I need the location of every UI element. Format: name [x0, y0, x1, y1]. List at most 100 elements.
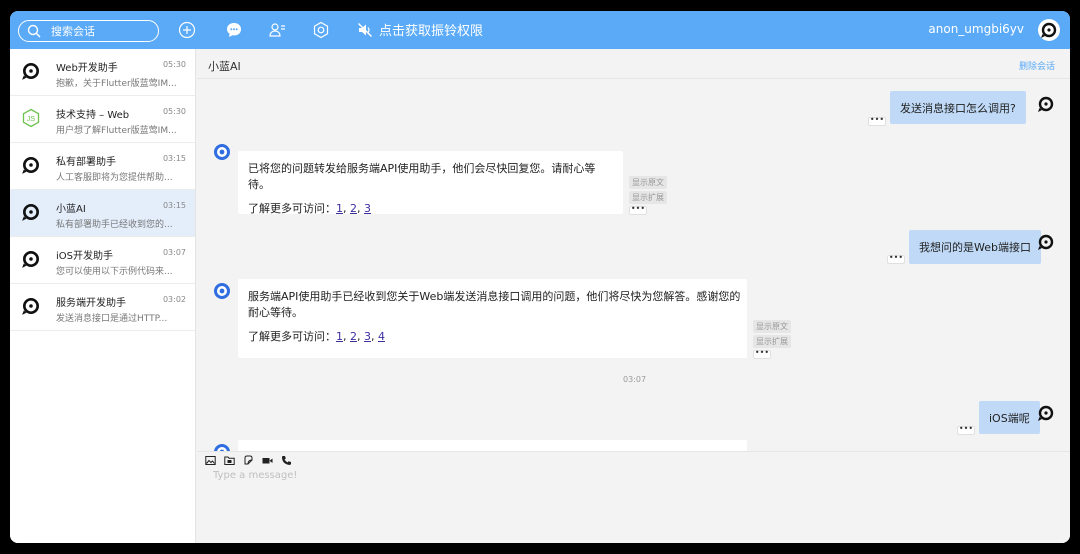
contacts-icon[interactable]	[268, 21, 286, 39]
conversation-list: Web开发助手 05:30 抱歉，关于Flutter版蓝莺IM... JS 技术支持 –…	[10, 49, 196, 543]
message-text: 已将您的问题转发给服务端API使用助手，他们会尽快回复您。请耐心等待。	[248, 162, 596, 191]
learn-more-label: 了解更多可访问：	[248, 330, 336, 343]
delete-conversation-button[interactable]: 删除会话	[1019, 59, 1055, 72]
image-icon[interactable]	[205, 455, 216, 466]
conversation-avatar	[21, 296, 41, 316]
conversation-preview: 您可以使用以下示例代码来...	[56, 267, 173, 277]
show-extension-button[interactable]: 显示扩展	[753, 335, 791, 348]
user-avatar[interactable]	[1038, 19, 1060, 41]
bot-avatar[interactable]	[212, 281, 232, 301]
show-original-button[interactable]: 显示原文	[629, 176, 667, 189]
explore-icon[interactable]	[312, 21, 330, 39]
ring-avatar-icon	[22, 63, 39, 80]
ring-avatar-icon	[1041, 22, 1057, 38]
bot-avatar[interactable]	[212, 142, 232, 162]
self-avatar[interactable]	[1036, 94, 1056, 114]
ref-link[interactable]: 1	[336, 330, 343, 343]
message-more-button[interactable]: •••	[957, 425, 975, 435]
ref-link[interactable]: 2	[350, 202, 357, 215]
conversation-item[interactable]: Web开发助手 05:30 抱歉，关于Flutter版蓝莺IM...	[10, 49, 195, 96]
conversation-name: 小蓝AI	[56, 204, 86, 215]
show-original-button[interactable]: 显示原文	[753, 320, 791, 333]
conversation-name: 技术支持 – Web	[56, 110, 130, 121]
conversation-item[interactable]: iOS开发助手 03:07 您可以使用以下示例代码来...	[10, 237, 195, 284]
ring-avatar-icon	[22, 204, 39, 221]
conversation-time: 03:02	[162, 295, 186, 304]
ring-avatar-icon	[22, 157, 39, 174]
message-input[interactable]: Type a message!	[213, 470, 297, 481]
composer: Type a message!	[197, 451, 1070, 543]
message-bubble-outgoing[interactable]: 我想问的是Web端接口	[909, 230, 1041, 264]
message-more-button[interactable]: •••	[887, 254, 905, 264]
username[interactable]: anon_umgbi6yv	[928, 22, 1024, 36]
self-avatar[interactable]	[1036, 232, 1056, 252]
bot-avatar-icon	[214, 444, 230, 451]
conversation-name: 私有部署助手	[56, 157, 116, 168]
chat-bubble-icon[interactable]	[225, 21, 243, 39]
conversation-item[interactable]: 服务端开发助手 03:02 发送消息接口是通过HTTP...	[10, 284, 195, 331]
chat-title: 小蓝AI	[208, 60, 241, 73]
message-bubble-incoming[interactable]: 服务端API使用助手已经收到您关于Web端发送消息接口调用的问题，他们将尽快为您…	[238, 279, 747, 358]
message-more-button[interactable]: •••	[629, 205, 647, 215]
message-more-button[interactable]: •••	[868, 116, 886, 126]
conversation-name: 服务端开发助手	[56, 298, 126, 309]
conversation-avatar	[21, 249, 41, 269]
phone-icon[interactable]	[281, 455, 292, 466]
conversation-preview: 用户想了解Flutter版蓝莺IM...	[56, 126, 177, 136]
message-bubble-incoming[interactable]: 已将您的问题转发给服务端API使用助手，他们会尽快回复您。请耐心等待。 了解更多…	[238, 151, 623, 215]
ring-avatar-icon	[1038, 234, 1054, 250]
search-box[interactable]: 搜索会话	[18, 20, 159, 42]
app-window: 搜索会话 点击获取振铃权限 anon_umgbi6yv Web开发助手 05:30…	[10, 11, 1070, 543]
conversation-preview: 发送消息接口是通过HTTP...	[56, 314, 168, 324]
bot-avatar[interactable]	[212, 442, 232, 451]
ref-link[interactable]: 1	[336, 202, 343, 215]
ring-avatar-icon	[22, 251, 39, 268]
message-bubble-incoming[interactable]	[238, 440, 747, 451]
add-icon[interactable]	[178, 21, 196, 39]
video-call-icon[interactable]	[262, 455, 273, 466]
conversation-time: 03:15	[162, 201, 186, 210]
message-more-button[interactable]: •••	[753, 349, 771, 359]
composer-toolbar	[205, 455, 292, 466]
search-placeholder: 搜索会话	[51, 25, 95, 38]
message-area: 发送消息接口怎么调用? ••• 已将您的问题转发给服务端API使用助手，他们会尽…	[197, 80, 1070, 451]
ring-avatar-icon	[22, 298, 39, 315]
conversation-time: 05:30	[162, 60, 186, 69]
learn-more: 了解更多可访问：1, 2, 3, 4	[248, 330, 385, 343]
ref-link[interactable]: 3	[364, 330, 371, 343]
conversation-preview: 抱歉，关于Flutter版蓝莺IM...	[56, 79, 177, 89]
mute-label: 点击获取振铃权限	[379, 24, 484, 39]
conversation-item[interactable]: JS 技术支持 – Web 05:30 用户想了解Flutter版蓝莺IM...	[10, 96, 195, 143]
conversation-time: 05:30	[162, 107, 186, 116]
conversation-name: Web开发助手	[56, 63, 118, 74]
ring-permission-button[interactable]: 点击获取振铃权限	[357, 20, 483, 39]
ref-link[interactable]: 2	[350, 330, 357, 343]
ref-link[interactable]: 3	[364, 202, 371, 215]
self-avatar[interactable]	[1036, 403, 1056, 423]
message-timestamp: 03:07	[623, 375, 647, 384]
mute-icon	[358, 22, 372, 37]
ring-avatar-icon	[1038, 96, 1054, 112]
svg-text:JS: JS	[27, 116, 36, 123]
conversation-avatar: JS	[21, 108, 41, 128]
conversation-preview: 人工客服即将为您提供帮助...	[56, 173, 173, 183]
message-bubble-outgoing[interactable]: 发送消息接口怎么调用?	[890, 91, 1026, 124]
show-extension-button[interactable]: 显示扩展	[629, 191, 667, 204]
conversation-avatar	[21, 202, 41, 222]
search-icon	[27, 24, 41, 38]
conversation-avatar	[21, 155, 41, 175]
ref-link[interactable]: 4	[378, 330, 385, 343]
sticker-icon[interactable]	[243, 455, 254, 466]
folder-icon[interactable]	[224, 455, 235, 466]
bot-avatar-icon	[214, 144, 230, 160]
conversation-time: 03:15	[162, 154, 186, 163]
conversation-item[interactable]: 小蓝AI 03:15 私有部署助手已经收到您的...	[10, 190, 195, 237]
learn-more: 了解更多可访问：1, 2, 3	[248, 202, 371, 215]
conversation-item[interactable]: 私有部署助手 03:15 人工客服即将为您提供帮助...	[10, 143, 195, 190]
conversation-time: 03:07	[162, 248, 186, 257]
top-bar: 搜索会话 点击获取振铃权限 anon_umgbi6yv	[10, 11, 1070, 49]
message-bubble-outgoing[interactable]: iOS端呢	[979, 401, 1040, 434]
conversation-avatar	[21, 61, 41, 81]
message-text-line: 服务端API使用助手已经收到您关于Web端发送消息接口调用的问题，他们将尽快为您…	[248, 290, 741, 303]
chat-header: 小蓝AI 删除会话	[197, 49, 1070, 79]
